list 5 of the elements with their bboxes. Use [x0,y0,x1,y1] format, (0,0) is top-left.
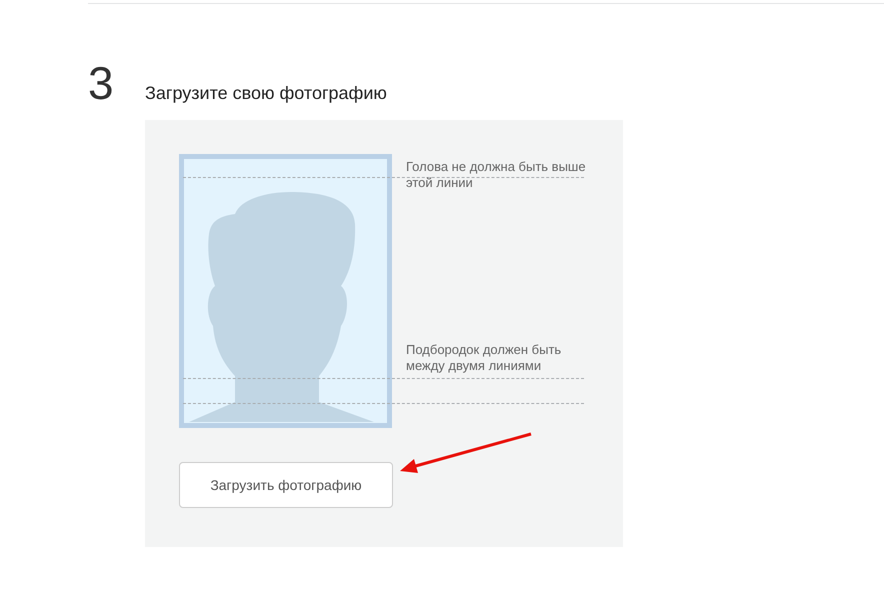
guide-hint: Подбородок должен быть между двумя линиями [406,342,562,374]
step-title: Загрузите свою фотографию [145,83,387,104]
step-number: 3 [88,60,115,106]
guide-hint: Голова не должна быть выше этой линии [406,159,587,191]
upload-button[interactable]: Загрузить фотографию [179,462,393,508]
